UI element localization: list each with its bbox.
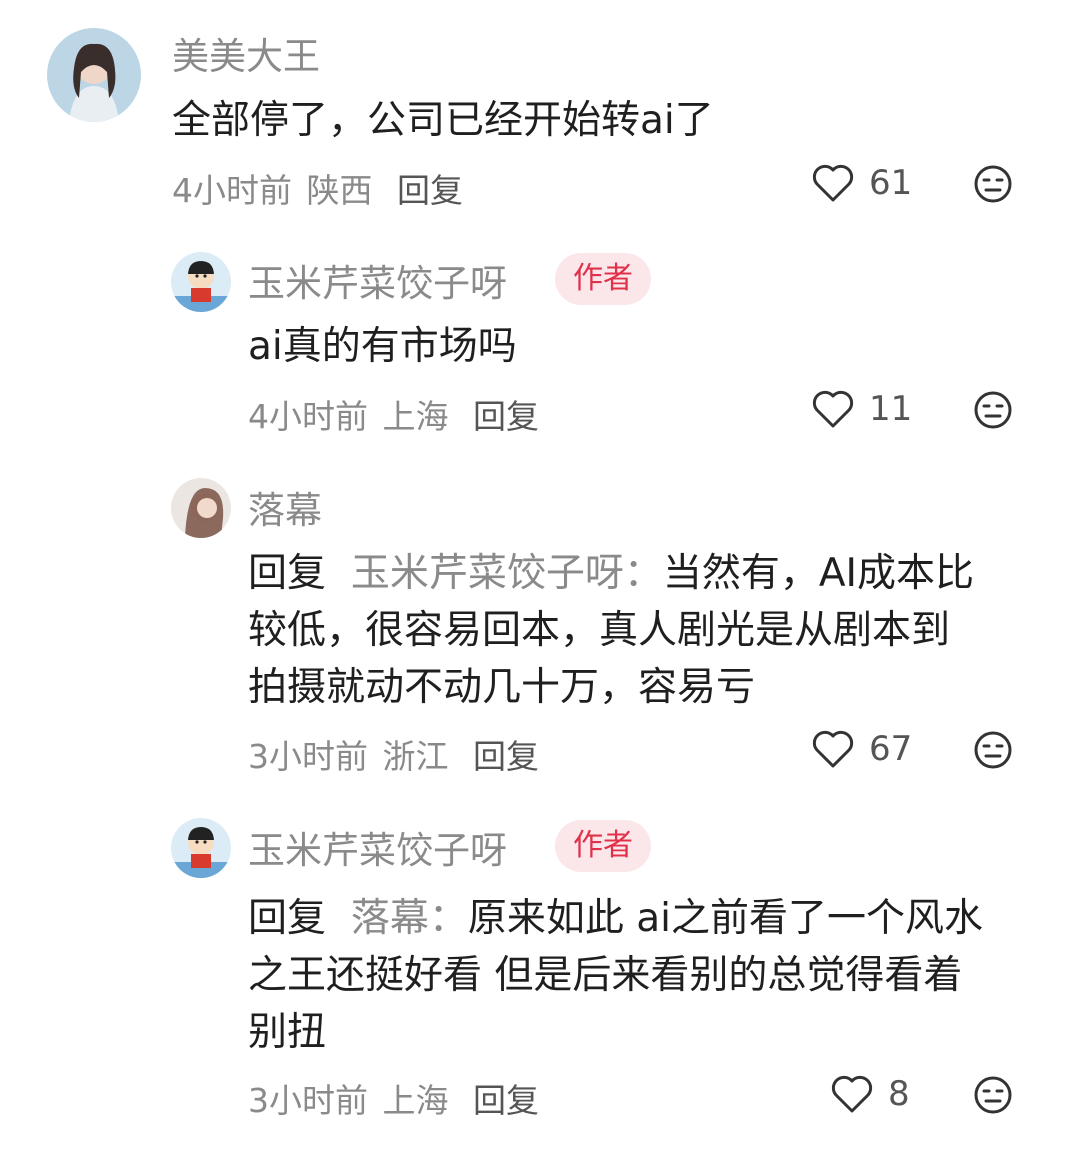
timestamp: 3小时前 [248, 737, 368, 776]
location: 浙江 [382, 737, 449, 776]
username[interactable]: 玉米芹菜饺子呀 [248, 253, 507, 307]
location: 上海 [382, 397, 449, 436]
like-button[interactable]: 67 [811, 729, 912, 769]
like-count: 11 [869, 389, 913, 429]
author-badge: 作者 [555, 253, 651, 305]
heart-icon [831, 1075, 873, 1113]
reply-button[interactable]: 回复 [473, 397, 539, 436]
like-button[interactable]: 8 [830, 1074, 928, 1114]
heart-icon [812, 730, 854, 768]
reply-target[interactable]: 玉米芹菜饺子呀： [351, 551, 663, 596]
comment-text: 回复 落幕：原来如此 ai之前看了一个风水 之王还挺好看 但是后来看别的总觉得看… [248, 890, 1038, 1061]
username[interactable]: 落幕 [248, 480, 322, 534]
location: 陕西 [306, 171, 373, 210]
text-line-1: 当然有，AI成本比 [662, 551, 975, 596]
location: 上海 [382, 1081, 449, 1120]
dislike-face-icon[interactable] [973, 390, 1013, 430]
avatar[interactable] [171, 252, 231, 312]
timestamp: 4小时前 [172, 171, 292, 210]
like-count: 61 [869, 163, 913, 203]
text-line-3: 拍摄就动不动几十万，容易亏 [248, 665, 756, 710]
dislike-face-icon[interactable] [973, 1075, 1013, 1115]
comment-text: 回复 玉米芹菜饺子呀：当然有，AI成本比 较低，很容易回本，真人剧光是从剧本到 … [248, 545, 1038, 716]
avatar[interactable] [171, 478, 231, 538]
text-line-1: 原来如此 ai之前看了一个风水 [467, 896, 983, 941]
reply-prefix: 回复 [248, 896, 327, 941]
timestamp: 4小时前 [248, 397, 368, 436]
author-badge: 作者 [555, 820, 651, 872]
like-button[interactable]: 61 [811, 163, 912, 203]
text-line-2: 较低，很容易回本，真人剧光是从剧本到 [248, 608, 951, 653]
comment-meta: 4小时前 陕西 回复 [172, 164, 467, 212]
text-line-3: 别扭 [248, 1010, 327, 1055]
heart-icon [812, 390, 854, 428]
username[interactable]: 美美大王 [172, 26, 320, 80]
comment-text: 全部停了，公司已经开始转ai了 [172, 98, 714, 143]
dislike-face-icon[interactable] [973, 164, 1013, 204]
comment-meta: 3小时前 上海 回复 [248, 1074, 543, 1122]
heart-icon [812, 164, 854, 202]
reply-button[interactable]: 回复 [397, 171, 463, 210]
comment-text: ai真的有市场吗 [248, 324, 517, 369]
username[interactable]: 玉米芹菜饺子呀 [248, 820, 507, 874]
text-line-2: 之王还挺好看 但是后来看别的总觉得看着 [248, 953, 963, 998]
dislike-face-icon[interactable] [973, 730, 1013, 770]
avatar[interactable] [171, 818, 231, 878]
timestamp: 3小时前 [248, 1081, 368, 1120]
comment-meta: 4小时前 上海 回复 [248, 390, 543, 438]
reply-target[interactable]: 落幕： [351, 896, 468, 941]
reply-button[interactable]: 回复 [473, 737, 539, 776]
comment-meta: 3小时前 浙江 回复 [248, 730, 543, 778]
like-count: 8 [888, 1074, 910, 1114]
like-button[interactable]: 11 [811, 389, 912, 429]
like-count: 67 [869, 729, 913, 769]
avatar[interactable] [47, 28, 141, 122]
reply-prefix: 回复 [248, 551, 327, 596]
reply-button[interactable]: 回复 [473, 1081, 539, 1120]
